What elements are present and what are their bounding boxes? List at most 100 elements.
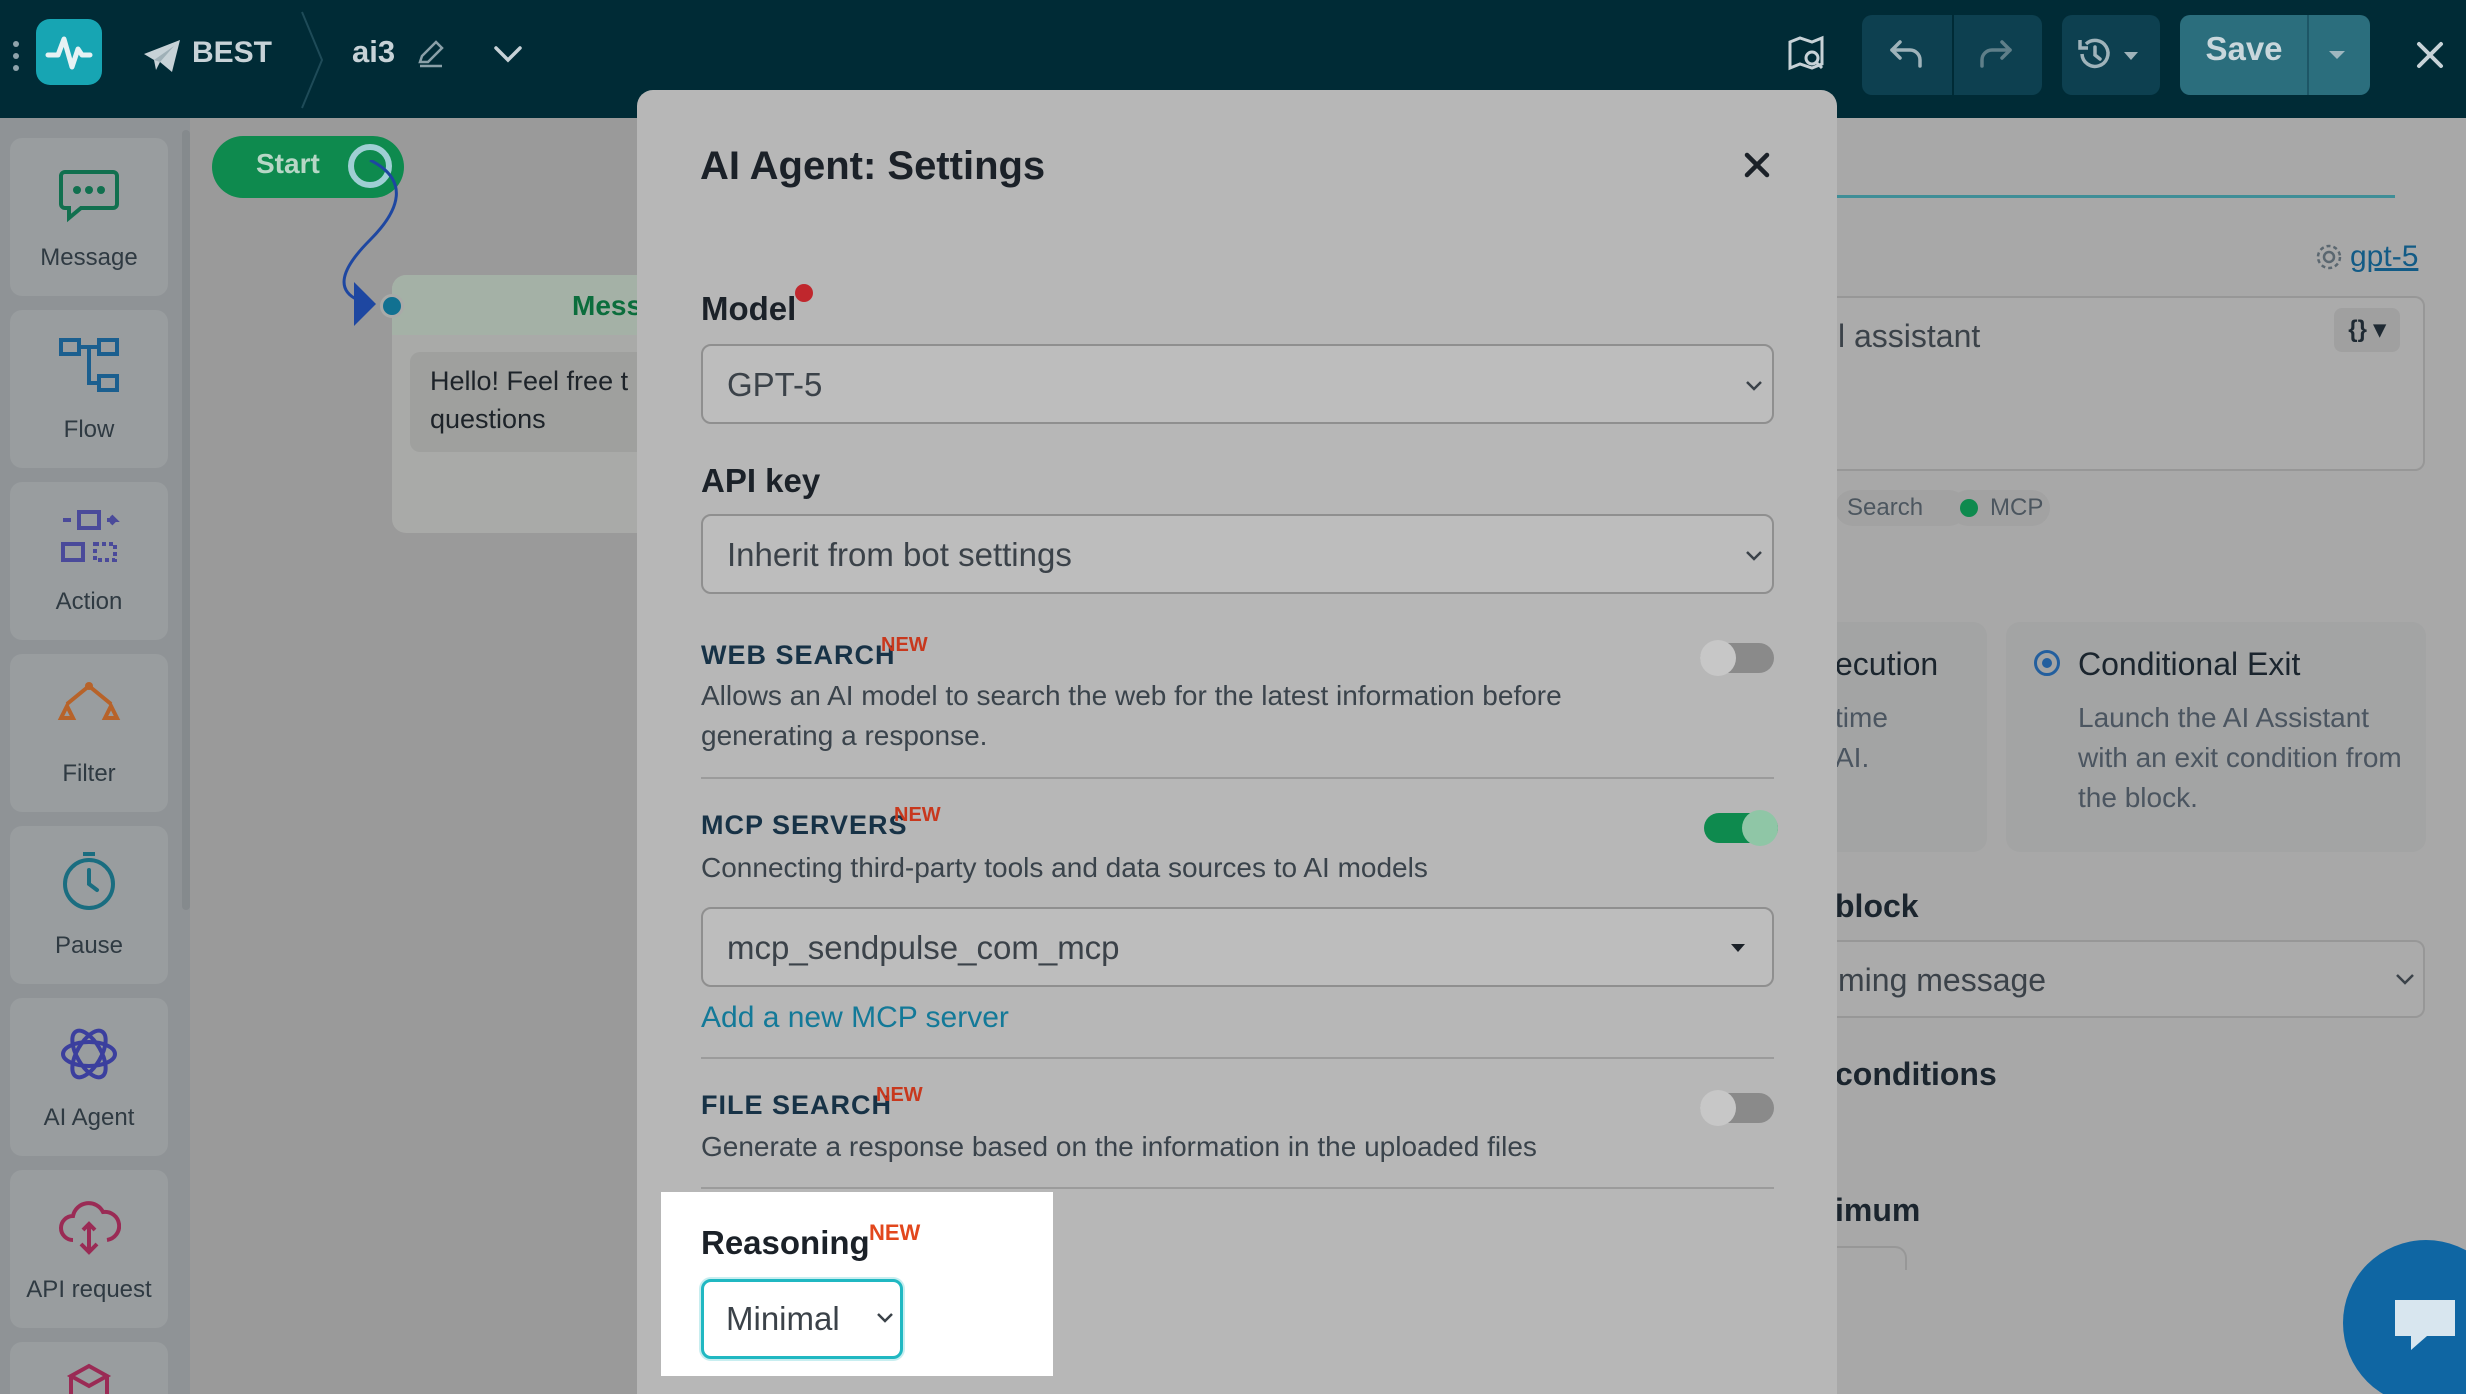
new-badge: NEW <box>894 804 941 826</box>
flow-name[interactable]: ai3 <box>352 34 395 70</box>
chat-bubble-icon <box>57 162 121 226</box>
sidebar-item-label: Flow <box>63 416 115 443</box>
chevron-down-icon <box>1744 380 1764 392</box>
bot-name[interactable]: BEST <box>192 36 272 70</box>
minimum-heading: imum <box>1835 1192 1921 1228</box>
telegram-icon <box>142 38 182 74</box>
gear-icon[interactable] <box>2314 242 2344 272</box>
option-right-desc: Launch the AI Assistant with an exit con… <box>2078 702 2402 813</box>
filter-icon <box>57 678 121 742</box>
sidebar-item-filter[interactable]: Filter <box>10 654 168 812</box>
close-editor-icon[interactable] <box>2405 30 2455 80</box>
web-search-label: WEB SEARCH <box>701 640 896 670</box>
sidebar-item-message[interactable]: Message <box>10 138 168 296</box>
api-cloud-icon <box>57 1194 121 1258</box>
chevron-down-icon[interactable] <box>490 40 526 68</box>
save-options-caret-icon[interactable] <box>2326 48 2348 62</box>
history-icon[interactable] <box>2074 34 2114 74</box>
mcp-servers-label: MCP SERVERS <box>701 810 908 840</box>
chip-label: MCP <box>1990 494 2044 521</box>
save-split-divider <box>2307 15 2309 95</box>
cube-icon <box>57 1362 121 1394</box>
sidebar-item-flow[interactable]: Flow <box>10 310 168 468</box>
new-badge: NEW <box>881 634 928 656</box>
block-heading: block <box>1835 888 1919 924</box>
flow-icon <box>57 334 121 398</box>
chevron-down-icon <box>876 1312 894 1324</box>
clock-icon <box>57 850 121 914</box>
divider <box>701 777 1774 779</box>
app-logo-icon[interactable] <box>36 19 102 85</box>
option-right-title: Conditional Exit <box>2078 646 2301 682</box>
model-link[interactable]: gpt-5 <box>2350 240 2418 274</box>
sidebar-item-label: Action <box>55 588 123 615</box>
sidebar-item-label: AI Agent <box>43 1104 135 1131</box>
minimum-input[interactable] <box>1835 1246 1907 1270</box>
add-mcp-server-link[interactable]: Add a new MCP server <box>701 1001 1009 1035</box>
chevron-down-icon <box>2394 972 2416 986</box>
variables-button[interactable]: {} ▾ <box>2334 308 2400 352</box>
model-label: Model <box>701 290 797 327</box>
variables-button-label: {} <box>2348 316 2367 343</box>
conditions-heading: conditions <box>1835 1056 1997 1092</box>
api-key-select-value: Inherit from bot settings <box>727 536 1072 573</box>
kebab-menu-icon[interactable] <box>8 36 24 80</box>
message-node-title: Mess <box>572 290 643 321</box>
pencil-icon[interactable] <box>416 38 446 68</box>
mcp-servers-toggle[interactable] <box>1704 810 1778 846</box>
divider <box>701 1057 1774 1059</box>
model-select-value: GPT-5 <box>727 366 823 403</box>
caret-down-icon <box>1729 942 1747 954</box>
history-caret-icon[interactable] <box>2122 50 2140 62</box>
new-badge: NEW <box>876 1084 923 1106</box>
sidebar-item-pause[interactable]: Pause <box>10 826 168 984</box>
file-search-description: Generate a response based on the informa… <box>701 1131 1537 1162</box>
web-search-toggle[interactable] <box>1700 640 1774 676</box>
sidebar-item-ai-agent[interactable]: AI Agent <box>10 998 168 1156</box>
sidebar-scrollbar[interactable] <box>182 130 190 910</box>
chevron-down-icon <box>1744 550 1764 562</box>
toggle-knob <box>1742 810 1778 846</box>
api-key-label: API key <box>701 462 821 499</box>
chip-label: Search <box>1847 494 1924 521</box>
close-icon[interactable] <box>1740 148 1774 182</box>
mcp-servers-description: Connecting third-party tools and data so… <box>701 852 1428 883</box>
sidebar-item-more[interactable] <box>10 1342 168 1394</box>
divider <box>701 1187 1774 1189</box>
model-select[interactable] <box>701 344 1774 424</box>
toggle-knob <box>1700 1090 1736 1126</box>
sidebar-item-api-request[interactable]: API request <box>10 1170 168 1328</box>
required-indicator <box>795 284 813 302</box>
mcp-server-select-value: mcp_sendpulse_com_mcp <box>727 929 1120 966</box>
modal-title: AI Agent: Settings <box>700 144 1046 188</box>
sidebar-item-label: Filter <box>62 760 116 787</box>
support-chat-button[interactable] <box>2343 1240 2466 1394</box>
undo-icon[interactable] <box>1886 34 1926 74</box>
sidebar-item-label: Pause <box>54 932 124 959</box>
new-badge: NEW <box>869 1220 921 1245</box>
file-search-toggle[interactable] <box>1700 1090 1774 1126</box>
file-search-label: FILE SEARCH <box>701 1090 893 1120</box>
start-node-label: Start <box>256 148 320 179</box>
breadcrumb-separator <box>298 10 328 110</box>
message-node-text: Hello! Feel free t questions <box>430 366 629 434</box>
sidebar-item-action[interactable]: Action <box>10 482 168 640</box>
prompt-text: l assistant <box>1838 318 1981 354</box>
sidebar-item-label: API request <box>26 1276 152 1303</box>
ai-agent-icon <box>57 1022 121 1086</box>
redo-icon[interactable] <box>1976 34 2016 74</box>
web-search-description: Allows an AI model to search the web for… <box>701 680 1562 751</box>
conditional-exit-radio[interactable] <box>2034 650 2060 676</box>
save-button-label[interactable]: Save <box>2180 30 2308 68</box>
option-left-desc: time AI. <box>1835 702 1888 773</box>
block-select-value: ming message <box>1838 962 2047 998</box>
chip-search[interactable]: Search <box>1835 490 1967 526</box>
reasoning-label: Reasoning <box>701 1224 870 1261</box>
sidebar-item-label: Message <box>40 244 138 271</box>
panel-tab-underline <box>1835 195 2395 198</box>
message-node-input-port[interactable] <box>380 294 404 318</box>
toggle-knob <box>1700 640 1736 676</box>
map-icon[interactable] <box>1786 34 1826 74</box>
mcp-status-dot <box>1960 499 1978 517</box>
action-icon <box>57 506 121 570</box>
